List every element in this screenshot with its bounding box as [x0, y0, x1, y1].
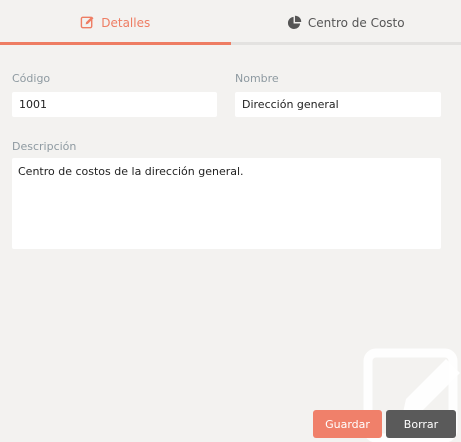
save-button[interactable]: Guardar	[313, 410, 382, 438]
tab-bar: Detalles Centro de Costo	[0, 0, 461, 45]
code-value: 1001	[19, 98, 47, 111]
code-label: Código	[12, 72, 51, 85]
tab-centro-de-costo-label: Centro de Costo	[307, 15, 405, 30]
name-label: Nombre	[235, 72, 279, 85]
tab-detalles-label: Detalles	[101, 15, 151, 30]
tab-detalles[interactable]: Detalles	[0, 0, 231, 45]
description-value: Centro de costos de la dirección general…	[18, 165, 244, 178]
description-field[interactable]: Centro de costos de la dirección general…	[12, 158, 441, 249]
pie-chart-icon	[287, 15, 302, 30]
name-field[interactable]: Dirección general	[235, 92, 441, 117]
delete-button[interactable]: Borrar	[386, 410, 456, 438]
description-label: Descripción	[12, 140, 77, 153]
edit-icon	[80, 15, 95, 30]
name-value: Dirección general	[242, 98, 339, 111]
code-field[interactable]: 1001	[12, 92, 217, 117]
tab-centro-de-costo[interactable]: Centro de Costo	[230, 0, 461, 45]
